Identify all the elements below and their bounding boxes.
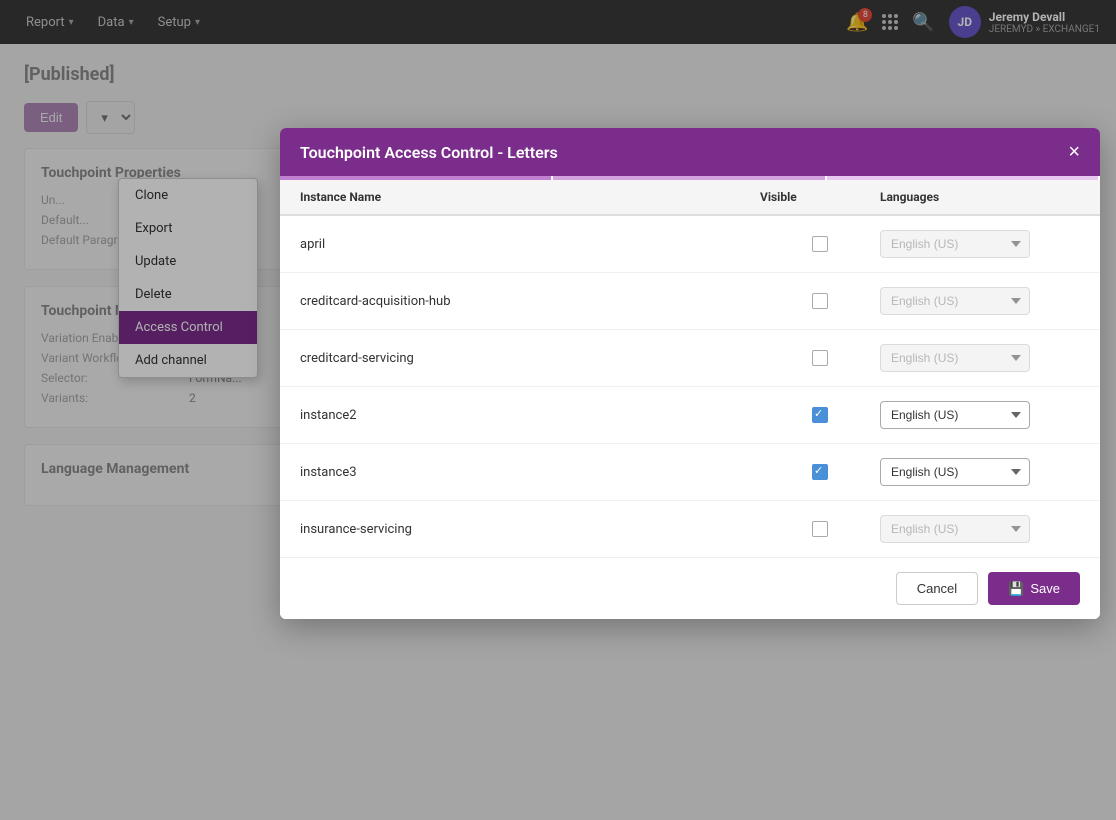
table-row: creditcard-acquisition-hub English (US)Sp… bbox=[280, 273, 1100, 330]
save-button[interactable]: 💾 Save bbox=[988, 572, 1080, 605]
table-row: instance2 English (US)Spanish (ES)French … bbox=[280, 387, 1100, 444]
lang-cell-2: English (US)Spanish (ES)French (FR) bbox=[880, 344, 1080, 372]
visible-checkbox-2[interactable] bbox=[812, 350, 828, 366]
col-visible: Visible bbox=[760, 190, 880, 204]
lang-select-1[interactable]: English (US)Spanish (ES)French (FR) bbox=[880, 287, 1030, 315]
visible-cell-3 bbox=[760, 407, 880, 423]
lang-select-0[interactable]: English (US)Spanish (ES)French (FR) bbox=[880, 230, 1030, 258]
instance-name-1: creditcard-acquisition-hub bbox=[300, 294, 760, 309]
table-header: Instance Name Visible Languages bbox=[280, 180, 1100, 216]
visible-cell-4 bbox=[760, 464, 880, 480]
visible-checkbox-3[interactable] bbox=[812, 407, 828, 423]
lang-select-2[interactable]: English (US)Spanish (ES)French (FR) bbox=[880, 344, 1030, 372]
access-control-modal: Touchpoint Access Control - Letters × In… bbox=[280, 128, 1100, 619]
visible-checkbox-1[interactable] bbox=[812, 293, 828, 309]
modal-footer: Cancel 💾 Save bbox=[280, 557, 1100, 619]
lang-cell-1: English (US)Spanish (ES)French (FR) bbox=[880, 287, 1080, 315]
modal-title: Touchpoint Access Control - Letters bbox=[300, 143, 558, 162]
instance-name-0: april bbox=[300, 237, 760, 252]
visible-cell-5 bbox=[760, 521, 880, 537]
visible-checkbox-4[interactable] bbox=[812, 464, 828, 480]
instance-name-5: insurance-servicing bbox=[300, 522, 760, 537]
visible-cell-2 bbox=[760, 350, 880, 366]
modal-header: Touchpoint Access Control - Letters × bbox=[280, 128, 1100, 176]
col-languages: Languages bbox=[880, 190, 1080, 204]
instance-name-4: instance3 bbox=[300, 465, 760, 480]
table-row: april English (US)Spanish (ES)French (FR) bbox=[280, 216, 1100, 273]
progress-segment-1 bbox=[280, 176, 553, 180]
lang-select-4[interactable]: English (US)Spanish (ES)French (FR) bbox=[880, 458, 1030, 486]
col-instance-name: Instance Name bbox=[300, 190, 760, 204]
progress-segment-3 bbox=[827, 176, 1100, 180]
progress-bar bbox=[280, 176, 1100, 180]
lang-cell-4: English (US)Spanish (ES)French (FR) bbox=[880, 458, 1080, 486]
table-row: instance3 English (US)Spanish (ES)French … bbox=[280, 444, 1100, 501]
lang-cell-5: English (US)Spanish (ES)French (FR) bbox=[880, 515, 1080, 543]
lang-select-3[interactable]: English (US)Spanish (ES)French (FR) bbox=[880, 401, 1030, 429]
table-row: creditcard-servicing English (US)Spanish … bbox=[280, 330, 1100, 387]
progress-segment-2 bbox=[553, 176, 826, 180]
modal-table-body: april English (US)Spanish (ES)French (FR)… bbox=[280, 216, 1100, 557]
visible-checkbox-5[interactable] bbox=[812, 521, 828, 537]
visible-checkbox-0[interactable] bbox=[812, 236, 828, 252]
modal-close-button[interactable]: × bbox=[1068, 142, 1080, 162]
visible-cell-0 bbox=[760, 236, 880, 252]
visible-cell-1 bbox=[760, 293, 880, 309]
instance-name-2: creditcard-servicing bbox=[300, 351, 760, 366]
save-icon: 💾 bbox=[1008, 581, 1024, 597]
lang-select-5[interactable]: English (US)Spanish (ES)French (FR) bbox=[880, 515, 1030, 543]
cancel-button[interactable]: Cancel bbox=[896, 572, 978, 605]
table-row: insurance-servicing English (US)Spanish (… bbox=[280, 501, 1100, 557]
instance-name-3: instance2 bbox=[300, 408, 760, 423]
lang-cell-0: English (US)Spanish (ES)French (FR) bbox=[880, 230, 1080, 258]
lang-cell-3: English (US)Spanish (ES)French (FR) bbox=[880, 401, 1080, 429]
